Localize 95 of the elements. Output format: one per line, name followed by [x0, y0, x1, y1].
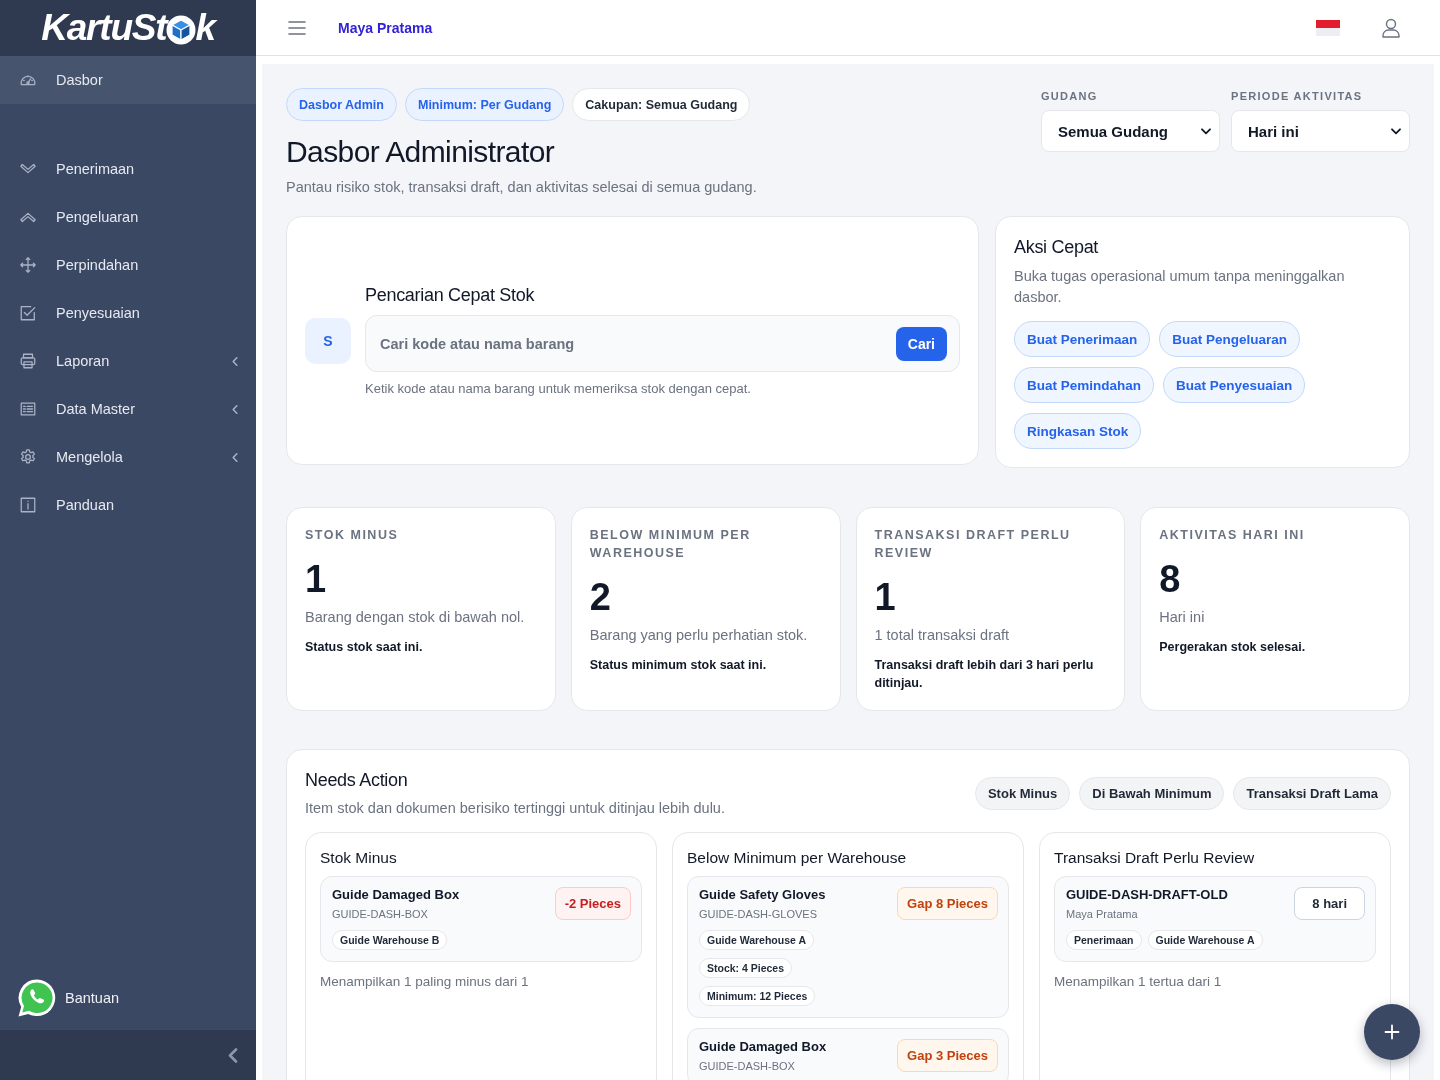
search-field[interactable]: Cari kode atau nama barang Cari [365, 315, 960, 372]
panel-title: Transaksi Draft Perlu Review [1054, 848, 1256, 868]
stat-label: STOK MINUS [305, 527, 400, 544]
count-badge: Gap 8 Pieces [897, 887, 998, 920]
tag: Penerimaan [1066, 930, 1142, 950]
stat-description: Barang dengan stok di bawah nol. [305, 608, 526, 627]
filter-label: GUDANG [1041, 89, 1099, 103]
action-button[interactable]: Ringkasan Stok [1014, 413, 1142, 449]
stat-description: Hari ini [1159, 608, 1206, 627]
chevron-down-icon [1391, 127, 1401, 135]
avatar: S [305, 317, 351, 364]
checkbox-icon [19, 304, 37, 322]
card-title: Aksi Cepat [1014, 236, 1100, 259]
panel-footer: Menampilkan 1 tertua dari 1 [1054, 973, 1376, 991]
search-button[interactable]: Cari [895, 326, 947, 361]
stat-note: Pergerakan stok selesai. [1159, 639, 1307, 656]
tag: Guide Warehouse A [699, 930, 814, 950]
count-badge: -2 Pieces [554, 887, 631, 920]
page-title: Dasbor Administrator [286, 134, 556, 170]
item-name: GUIDE-DASH-DRAFT-OLD [1066, 887, 1229, 903]
item-card[interactable]: Guide Safety Gloves GUIDE-DASH-GLOVES Guide Warehouse A Stock: 4 Pieces Minimum: 12 Pieces Gap 8 Pieces [687, 876, 1009, 1018]
filter-chip[interactable]: Stok Minus [974, 777, 1071, 810]
stat-label: TRANSAKSI DRAFT PERLU REVIEW [874, 527, 1072, 562]
card-description: Buka tugas operasional umum tanpa meninggalkan dasbor. [1014, 267, 1346, 307]
gear-icon [19, 448, 37, 466]
card-title: Pencarian Cepat Stok [365, 284, 536, 307]
stat-label: AKTIVITAS HARI INI [1159, 527, 1306, 544]
plus-icon [1384, 1024, 1400, 1040]
count-badge: 8 hari [1294, 887, 1365, 920]
dropdown[interactable]: Hari ini [1231, 110, 1410, 152]
chevron-down-icon [1201, 127, 1211, 135]
item-code: GUIDE-DASH-GLOVES [699, 907, 818, 922]
tag: Minimum: Per Gudang [404, 88, 565, 121]
list-icon [19, 400, 37, 418]
dropdown[interactable]: Semua Gudang [1041, 110, 1220, 152]
tag: Dasbor Admin [286, 88, 397, 121]
tag: Guide Warehouse B [332, 930, 448, 950]
item-code: Maya Pratama [1066, 907, 1139, 922]
panel-footer: Menampilkan 1 paling minus dari 1 [320, 973, 642, 991]
item-name: Guide Damaged Box [332, 887, 461, 903]
sidebar-item[interactable]: Panduan [0, 481, 256, 529]
stat-value: 1 [874, 575, 897, 619]
item-code: GUIDE-DASH-BOX [332, 907, 429, 922]
sidebar-item[interactable]: Penyesuaian [0, 289, 256, 337]
phone-bubble-icon [17, 978, 57, 1018]
stat-description: Barang yang perlu perhatian stok. [589, 626, 809, 645]
card-description: Item stok dan dokumen berisiko tertinggi untuk ditinjau lebih dulu. [305, 799, 725, 818]
sidebar-item[interactable]: Perpindahan [0, 241, 256, 289]
stat-value: 8 [1159, 557, 1182, 601]
action-button[interactable]: Buat Pengeluaran [1159, 321, 1301, 357]
logo-text: KartuSt [41, 8, 167, 48]
help-text: Ketik kode atau nama barang untuk memeriksa stok dengan cepat. [365, 380, 752, 398]
stat-value: 2 [589, 575, 612, 619]
tag: Guide Warehouse A [1147, 930, 1263, 950]
item-card[interactable]: GUIDE-DASH-DRAFT-OLD Maya Pratama Penerimaan Guide Warehouse A 8 hari [1054, 876, 1376, 962]
printer-icon [19, 352, 37, 370]
menu-icon[interactable] [288, 20, 306, 35]
sidebar-item[interactable]: Laporan [0, 337, 256, 385]
action-button[interactable]: Buat Penyesuaian [1163, 367, 1306, 403]
card-title: Needs Action [305, 769, 409, 792]
sidebar-item[interactable]: Penerimaan [0, 145, 256, 193]
page-subtitle: Pantau risiko stok, transaksi draft, dan aktivitas selesai di semua gudang. [286, 178, 757, 197]
item-card[interactable]: Guide Damaged Box GUIDE-DASH-BOX Gap 3 Pieces [687, 1028, 1009, 1080]
flag-icon[interactable] [1316, 19, 1340, 36]
filter-chip[interactable]: Transaksi Draft Lama [1233, 777, 1391, 810]
item-code: GUIDE-DASH-BOX [699, 1059, 796, 1074]
move-arrows-icon [19, 256, 37, 274]
user-icon[interactable] [1382, 17, 1400, 38]
stat-note: Transaksi draft lebih dari 3 hari perlu ditinjau. [874, 657, 1095, 692]
action-button[interactable]: Buat Penerimaan [1014, 321, 1151, 357]
stat-description: 1 total transaksi draft [874, 626, 1011, 645]
stat-note: Status stok saat ini. [305, 639, 424, 656]
panel-title: Below Minimum per Warehouse [687, 848, 908, 868]
tag: Stock: 4 Pieces [699, 958, 793, 978]
filter-chip[interactable]: Di Bawah Minimum [1079, 777, 1225, 810]
panel-title: Stok Minus [320, 848, 398, 868]
stat-value: 1 [305, 557, 328, 601]
item-name: Guide Safety Gloves [699, 887, 827, 903]
item-card[interactable]: Guide Damaged Box GUIDE-DASH-BOX Guide Warehouse B -2 Pieces [320, 876, 642, 962]
help-link[interactable]: Bantuan [0, 972, 256, 1024]
info-icon [19, 496, 37, 514]
stat-note: Status minimum stok saat ini. [589, 657, 768, 674]
sidebar-item[interactable]: Mengelola [0, 433, 256, 481]
chevron-left-icon[interactable] [228, 1047, 238, 1063]
tag: Cakupan: Semua Gudang [572, 88, 751, 121]
tag: Minimum: 12 Pieces [699, 986, 816, 1006]
sidebar-item[interactable]: Pengeluaran [0, 193, 256, 241]
count-badge: Gap 3 Pieces [897, 1039, 998, 1072]
sidebar-item[interactable]: Dasbor [0, 56, 256, 104]
stat-label: BELOW MINIMUM PER WAREHOUSE [589, 527, 752, 562]
action-button[interactable]: Buat Pemindahan [1014, 367, 1155, 403]
filter-label: PERIODE AKTIVITAS [1231, 89, 1364, 103]
item-name: Guide Damaged Box [699, 1039, 828, 1055]
sidebar-item[interactable]: Data Master [0, 385, 256, 433]
user-name[interactable]: Maya Pratama [338, 19, 433, 36]
